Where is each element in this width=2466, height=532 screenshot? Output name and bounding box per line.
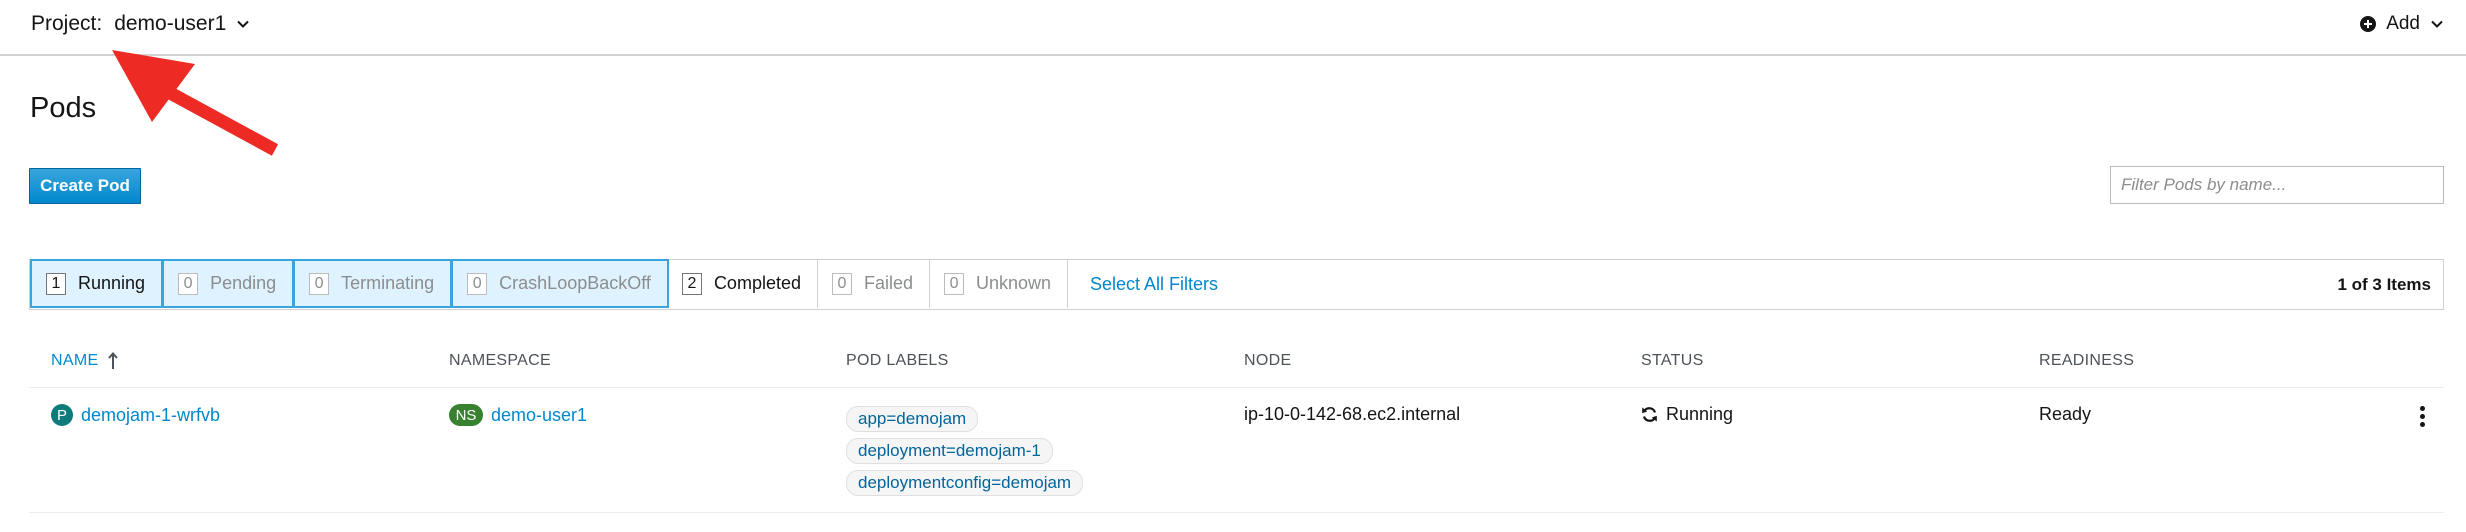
column-header-namespace[interactable]: NAMESPACE bbox=[449, 352, 551, 370]
readiness-cell: Ready bbox=[2039, 404, 2092, 424]
column-header-status[interactable]: STATUS bbox=[1641, 352, 1704, 370]
plus-circle-icon bbox=[2360, 16, 2377, 32]
filter-label: Completed bbox=[713, 273, 801, 293]
filter-count: 1 bbox=[46, 272, 66, 295]
filter-count: 0 bbox=[831, 272, 852, 295]
column-header-pod-labels[interactable]: POD LABELS bbox=[846, 352, 949, 370]
status-cell: Running bbox=[1641, 404, 1733, 425]
filter-label: Unknown bbox=[976, 273, 1052, 293]
pod-resource-badge: P bbox=[51, 404, 73, 426]
column-header-readiness[interactable]: READINESS bbox=[2039, 352, 2134, 370]
pod-labels-cell: app=demojam deployment=demojam-1 deploym… bbox=[846, 406, 1084, 496]
chevron-down-icon bbox=[237, 20, 249, 28]
filter-count: 0 bbox=[309, 272, 330, 295]
filter-pods-input[interactable] bbox=[2110, 166, 2444, 204]
pod-name-cell: P demojam-1-wrfvb bbox=[51, 404, 220, 426]
filter-count: 0 bbox=[944, 272, 965, 295]
column-header-node[interactable]: NODE bbox=[1244, 352, 1291, 370]
chevron-down-icon bbox=[2431, 20, 2443, 28]
project-name: demo-user1 bbox=[114, 12, 227, 35]
namespace-cell: NS demo-user1 bbox=[449, 404, 587, 426]
table-divider bbox=[29, 512, 2444, 513]
namespace-link[interactable]: demo-user1 bbox=[491, 405, 587, 426]
sort-ascending-icon bbox=[108, 352, 119, 369]
column-header-label: NAME bbox=[51, 352, 99, 369]
filter-label: Failed bbox=[863, 273, 914, 293]
filter-label: Terminating bbox=[341, 273, 435, 293]
filter-count: 0 bbox=[467, 272, 488, 295]
filter-count: 2 bbox=[681, 272, 702, 295]
add-menu-button[interactable]: Add bbox=[2360, 9, 2444, 39]
page-title: Pods bbox=[30, 92, 97, 124]
pods-page: Project: demo-user1 Add Pods Create Pod bbox=[0, 0, 2466, 532]
pod-label-chip[interactable]: deployment=demojam-1 bbox=[846, 438, 1053, 464]
create-pod-button[interactable]: Create Pod bbox=[29, 168, 141, 204]
item-count: 1 of 3 Items bbox=[2337, 274, 2431, 294]
filter-label: Pending bbox=[210, 273, 277, 293]
table-divider bbox=[29, 387, 2444, 388]
filter-unknown[interactable]: 0 Unknown bbox=[930, 259, 1069, 308]
pod-name-link[interactable]: demojam-1-wrfvb bbox=[81, 405, 220, 426]
row-actions-kebab-icon[interactable] bbox=[2415, 403, 2429, 429]
status-filter-bar: 1 Running 0 Pending 0 Terminating 0 Cras… bbox=[29, 259, 2444, 310]
sync-icon bbox=[1642, 407, 1657, 422]
filter-completed[interactable]: 2 Completed bbox=[668, 259, 818, 308]
status-filter-group: 1 Running 0 Pending 0 Terminating 0 Cras… bbox=[30, 259, 1069, 310]
filter-running[interactable]: 1 Running bbox=[30, 259, 164, 308]
pod-label-chip[interactable]: app=demojam bbox=[846, 406, 979, 432]
project-label: Project: bbox=[31, 12, 103, 35]
project-selector[interactable]: Project: demo-user1 bbox=[31, 9, 250, 39]
filter-terminating[interactable]: 0 Terminating bbox=[293, 259, 453, 308]
select-all-filters-link[interactable]: Select All Filters bbox=[1090, 260, 1218, 309]
filter-count: 0 bbox=[178, 272, 199, 295]
project-bar: Project: demo-user1 Add bbox=[0, 0, 2466, 56]
column-header-name[interactable]: NAME bbox=[51, 352, 119, 370]
status-text: Running bbox=[1666, 404, 1734, 424]
add-label: Add bbox=[2386, 13, 2420, 34]
node-cell: ip-10-0-142-68.ec2.internal bbox=[1244, 404, 1461, 424]
filter-crashloopbackoff[interactable]: 0 CrashLoopBackOff bbox=[451, 259, 669, 308]
namespace-resource-badge: NS bbox=[449, 404, 483, 426]
filter-label: Running bbox=[78, 273, 146, 293]
pod-label-chip[interactable]: deploymentconfig=demojam bbox=[846, 470, 1084, 496]
filter-failed[interactable]: 0 Failed bbox=[818, 259, 931, 308]
filter-pending[interactable]: 0 Pending bbox=[162, 259, 295, 308]
filter-label: CrashLoopBackOff bbox=[499, 273, 651, 293]
